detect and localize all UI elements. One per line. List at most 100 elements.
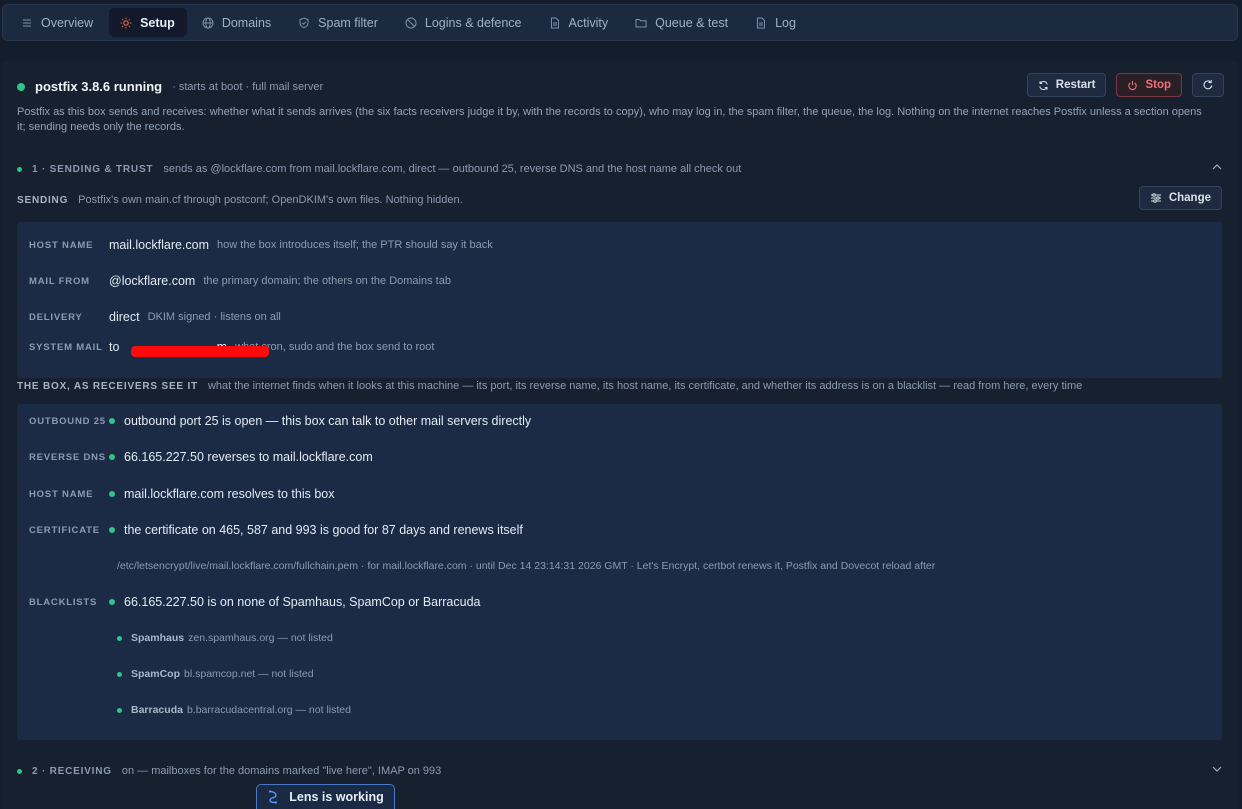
check-row-outbound-25: OUTBOUND 25 outbound port 25 is open — t… [29,414,531,428]
tab-spam-filter[interactable]: Spam filter [287,8,390,37]
blacklist-name: SpamCop [131,668,181,680]
status-dot [109,454,115,460]
sending-label: SENDING [17,195,69,206]
sun-icon [120,17,132,29]
tab-log[interactable]: Log [744,8,808,37]
document-icon [755,17,767,29]
status-dot [117,671,122,677]
blacklist-item-barracuda: Barracuda b.barracudacentral.org — not l… [117,704,351,716]
check-text: outbound port 25 is open — this box can … [124,414,532,428]
box-card: OUTBOUND 25 outbound port 25 is open — t… [17,404,1222,740]
check-result: the certificate on 465, 587 and 993 is g… [109,523,523,537]
box-desc: what the internet finds when it looks at… [207,380,1083,392]
row-label: MAIL FROM [29,275,90,287]
section-number: 1 · SENDING & TRUST [32,163,154,175]
blacklist-detail: bl.spamcop.net — not listed [184,668,314,680]
row-label: HOST NAME [29,239,94,251]
change-label: Change [1168,192,1211,204]
status-dot [109,599,115,605]
check-result: mail.lockflare.com resolves to this box [109,487,335,501]
reload-icon [1202,79,1214,91]
tab-domains[interactable]: Domains [191,8,283,37]
check-text: mail.lockflare.com resolves to this box [124,487,335,501]
reload-button[interactable] [1192,73,1224,97]
power-icon [1127,80,1138,91]
blacklist-name: Spamhaus [131,632,185,644]
chevron-up-icon[interactable] [1211,161,1223,173]
tab-label: Setup [140,15,175,30]
sliders-icon [1150,192,1162,204]
lens-status-button[interactable]: Lens is working [256,784,395,809]
list-icon [21,17,33,29]
restart-label: Restart [1055,79,1096,91]
section-summary: sends as @lockflare.com from mail.lockfl… [163,163,742,175]
status-dot [17,768,22,774]
box-label: THE BOX, AS RECEIVERS SEE IT [17,381,198,392]
check-result: 66.165.227.50 is on none of Spamhaus, Sp… [109,595,481,609]
section-receiving-header[interactable]: 2 · RECEIVING on — mailboxes for the dom… [17,765,1223,777]
tab-setup[interactable]: Setup [109,8,187,37]
row-label: HOST NAME [29,488,94,500]
status-dot [109,527,115,533]
row-label: CERTIFICATE [29,524,100,536]
tab-label: Activity [568,15,609,30]
sending-row-mail-from: MAIL FROM @lockflare.com the primary dom… [29,274,451,288]
globe-icon [202,17,214,29]
blacklist-item-spamcop: SpamCop bl.spamcop.net — not listed [117,668,314,680]
sending-row-host-name: HOST NAME mail.lockflare.com how the box… [29,238,493,252]
section-sending-trust-header[interactable]: 1 · SENDING & TRUST sends as @lockflare.… [17,163,1223,175]
row-label: REVERSE DNS [29,451,106,463]
tab-queue-test[interactable]: Queue & test [624,8,740,37]
row-value: mail.lockflare.com [109,238,210,252]
document-icon [549,17,561,29]
check-text: 66.165.227.50 reverses to mail.lockflare… [124,450,373,464]
check-row-certificate: CERTIFICATE the certificate on 465, 587 … [29,523,523,537]
check-row-reverse-dns: REVERSE DNS 66.165.227.50 reverses to ma… [29,450,373,464]
check-row-host-name: HOST NAME mail.lockflare.com resolves to… [29,487,335,501]
status-dot [17,82,25,91]
status-dot [117,707,122,713]
box-subheader: THE BOX, AS RECEIVERS SEE IT what the in… [17,380,1082,392]
status-dot [109,491,115,497]
check-row-blacklists: BLACKLISTS 66.165.227.50 is on none of S… [29,595,481,609]
blacklist-name: Barracuda [131,704,183,716]
tab-overview[interactable]: Overview [10,8,105,37]
stop-label: Stop [1145,79,1171,91]
section-summary: on — mailboxes for the domains marked "l… [121,765,442,777]
section-number: 2 · RECEIVING [32,765,112,777]
blacklist-item-spamhaus: Spamhaus zen.spamhaus.org — not listed [117,632,333,644]
lens-label: Lens is working [289,790,384,804]
status-dot [17,166,22,172]
service-actions: Restart Stop [1026,73,1224,97]
sending-subheader: SENDING Postfix's own main.cf through po… [17,194,463,206]
service-status: postfix 3.8.6 running · starts at boot ·… [17,79,323,94]
row-label: SYSTEM MAIL [29,341,103,353]
stop-button[interactable]: Stop [1116,73,1182,97]
row-note: DKIM signed · listens on all [147,311,281,323]
folder-icon [635,17,647,29]
change-button[interactable]: Change [1138,186,1222,210]
lens-icon [267,790,279,804]
row-label: OUTBOUND 25 [29,415,106,427]
certificate-detail: /etc/letsencrypt/live/mail.lockflare.com… [117,560,936,572]
sending-row-delivery: DELIVERY direct DKIM signed · listens on… [29,310,281,324]
status-dot [117,635,122,641]
check-result: 66.165.227.50 reverses to mail.lockflare… [109,450,373,464]
service-title: postfix 3.8.6 running [35,79,163,94]
row-label: DELIVERY [29,311,83,323]
check-result: outbound port 25 is open — this box can … [109,414,531,428]
refresh-icon [1038,80,1049,91]
row-label: BLACKLISTS [29,596,98,608]
setup-panel: postfix 3.8.6 running · starts at boot ·… [2,61,1238,809]
tab-label: Domains [221,15,272,30]
shield-icon [298,16,310,29]
restart-button[interactable]: Restart [1026,73,1107,97]
chevron-down-icon[interactable] [1211,763,1223,775]
check-text: 66.165.227.50 is on none of Spamhaus, Sp… [124,595,481,609]
row-value: direct [109,310,140,324]
tab-logins-defence[interactable]: Logins & defence [394,8,534,37]
tab-label: Overview [41,15,94,30]
row-value: @lockflare.com [109,274,196,288]
tab-activity[interactable]: Activity [538,8,621,37]
sending-desc: Postfix's own main.cf through postconf; … [78,194,463,206]
